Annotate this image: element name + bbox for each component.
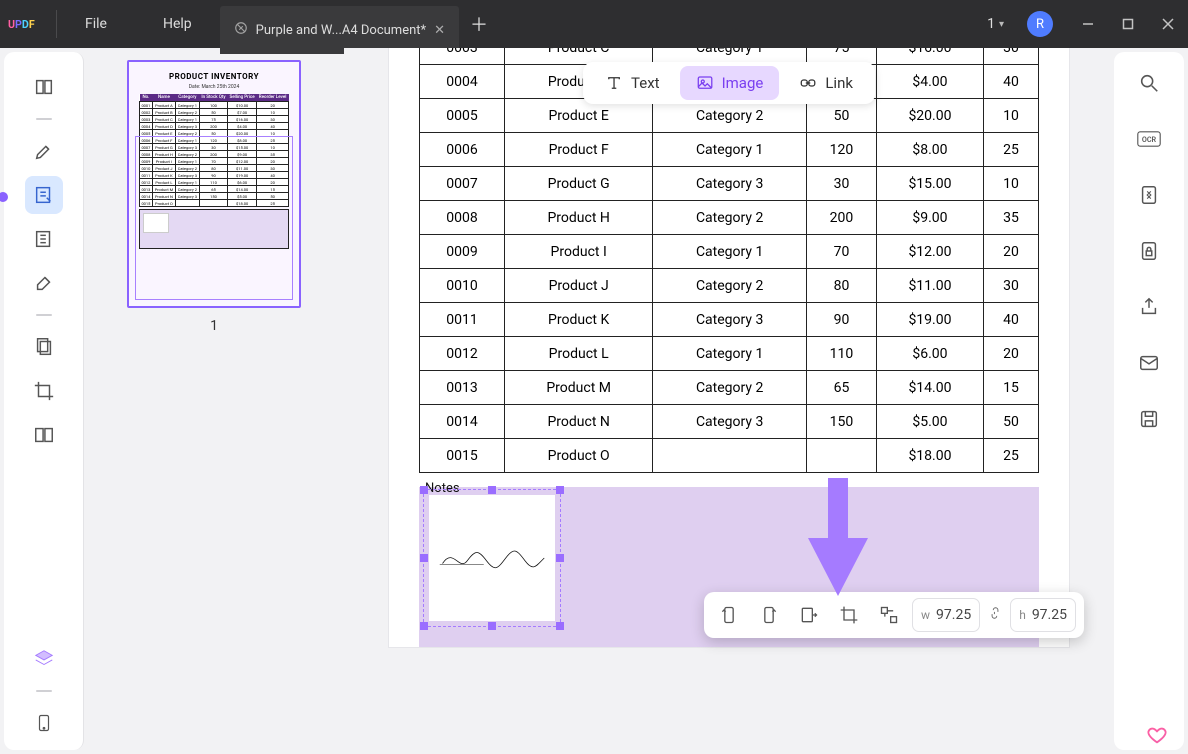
ocr-icon[interactable]: OCR <box>1132 122 1166 156</box>
protect-icon[interactable] <box>1132 234 1166 268</box>
tab-title: Purple and W...A4 Document* <box>256 23 426 38</box>
rail-reader-icon[interactable] <box>25 68 63 106</box>
rail-layers-icon[interactable] <box>25 640 63 678</box>
edit-mode-switch: Text Image Link <box>583 62 875 104</box>
window-maximize-button[interactable] <box>1108 18 1148 30</box>
rail-crop-icon[interactable] <box>25 372 63 410</box>
window-close-button[interactable] <box>1148 18 1188 30</box>
inventory-table: 0003Product CCategory 175$16.00300004Pro… <box>419 48 1039 473</box>
rail-organize-icon[interactable] <box>25 220 63 258</box>
mode-text[interactable]: Text <box>589 66 676 100</box>
resize-handle[interactable] <box>488 486 496 494</box>
table-row: 0008Product HCategory 2200$9.0035 <box>420 201 1039 235</box>
width-field[interactable]: w 97.25 <box>912 598 980 632</box>
svg-text:OCR: OCR <box>1142 135 1157 144</box>
page-count[interactable]: 1 ▾ <box>979 16 1012 32</box>
height-field[interactable]: h 97.25 <box>1010 598 1076 632</box>
table-row: 0014Product NCategory 3150$5.0050 <box>420 405 1039 439</box>
right-rail: OCR <box>1114 52 1184 750</box>
search-icon[interactable] <box>1132 66 1166 100</box>
signature-icon <box>430 496 554 620</box>
new-tab-button[interactable]: ＋ <box>459 0 499 48</box>
menu-file[interactable]: File <box>57 0 135 48</box>
rotate-right-button[interactable] <box>752 598 786 632</box>
compress-icon[interactable] <box>1132 178 1166 212</box>
rotate-left-button[interactable] <box>712 598 746 632</box>
table-row: 0006Product FCategory 1120$8.0025 <box>420 133 1039 167</box>
app-body: PRODUCT INVENTORY Date: March 25th 2024 … <box>0 48 1188 754</box>
titlebar: UPDF File Help Purple and W...A4 Documen… <box>0 0 1188 48</box>
main-canvas[interactable]: Text Image Link 0003Product CCategory 17… <box>344 48 1114 754</box>
tab-close-button[interactable]: ✕ <box>434 23 445 38</box>
menu-help[interactable]: Help <box>135 0 220 48</box>
table-row: 0015Product O$18.0025 <box>420 439 1039 473</box>
rail-compare-icon[interactable] <box>25 416 63 454</box>
signature-image[interactable] <box>429 495 555 621</box>
save-icon[interactable] <box>1132 402 1166 436</box>
thumbnail-panel: PRODUCT INVENTORY Date: March 25th 2024 … <box>84 48 344 754</box>
table-row: 0011Product KCategory 390$19.0040 <box>420 303 1039 337</box>
heart-icon[interactable] <box>1144 724 1170 750</box>
svg-text:UPDF: UPDF <box>8 18 35 31</box>
table-row: 0009Product ICategory 170$12.0020 <box>420 235 1039 269</box>
resize-handle[interactable] <box>420 554 428 562</box>
table-row: 0012Product LCategory 1110$6.0020 <box>420 337 1039 371</box>
page-thumbnail[interactable]: PRODUCT INVENTORY Date: March 25th 2024 … <box>127 60 301 308</box>
document-tab[interactable]: Purple and W...A4 Document* ✕ <box>220 6 459 54</box>
resize-handle[interactable] <box>420 486 428 494</box>
left-rail <box>4 52 84 750</box>
resize-handle[interactable] <box>556 622 564 630</box>
crop-button[interactable] <box>832 598 866 632</box>
mode-link[interactable]: Link <box>783 66 869 100</box>
window-minimize-button[interactable] <box>1068 18 1108 30</box>
replace-button[interactable] <box>872 598 906 632</box>
thumbnail-page-number: 1 <box>210 318 218 334</box>
resize-handle[interactable] <box>488 622 496 630</box>
table-row: 0007Product GCategory 330$15.0010 <box>420 167 1039 201</box>
app-logo[interactable]: UPDF <box>0 0 56 48</box>
share-icon[interactable] <box>1132 290 1166 324</box>
extract-button[interactable] <box>792 598 826 632</box>
rail-indicator <box>0 192 8 202</box>
edit-disabled-icon <box>234 21 248 39</box>
resize-handle[interactable] <box>556 554 564 562</box>
document-page[interactable]: 0003Product CCategory 175$16.00300004Pro… <box>389 48 1069 667</box>
rail-phone-icon[interactable] <box>25 704 63 742</box>
resize-handle[interactable] <box>556 486 564 494</box>
rail-edit-icon[interactable] <box>25 176 63 214</box>
aspect-lock-icon[interactable] <box>986 603 1004 627</box>
rail-pages-icon[interactable] <box>25 328 63 366</box>
table-row: 0010Product JCategory 280$11.0030 <box>420 269 1039 303</box>
chevron-down-icon: ▾ <box>999 19 1004 30</box>
table-row: 0013Product MCategory 265$14.0015 <box>420 371 1039 405</box>
resize-handle[interactable] <box>420 622 428 630</box>
user-avatar[interactable]: R <box>1027 11 1053 37</box>
image-toolbar: w 97.25 h 97.25 <box>704 592 1084 638</box>
rail-highlight-icon[interactable] <box>25 132 63 170</box>
rail-fill-icon[interactable] <box>25 264 63 302</box>
mode-image[interactable]: Image <box>680 66 780 100</box>
email-icon[interactable] <box>1132 346 1166 380</box>
